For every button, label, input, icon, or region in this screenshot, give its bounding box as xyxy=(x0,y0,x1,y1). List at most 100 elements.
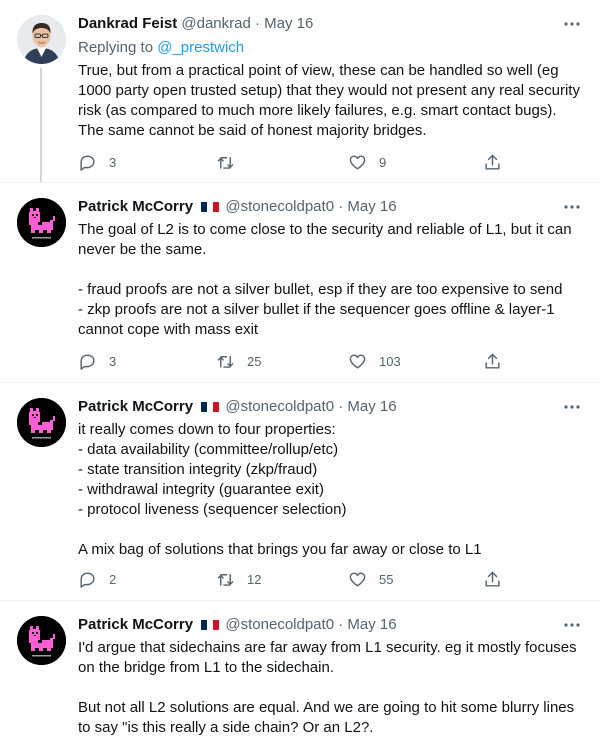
reply-button[interactable]: 3 xyxy=(78,152,116,172)
pixel-cat-avatar-icon xyxy=(17,616,66,665)
more-icon[interactable] xyxy=(562,397,582,417)
like-count: 9 xyxy=(379,154,387,170)
retweet-button[interactable]: 12 xyxy=(216,569,261,589)
pixel-cat-avatar-icon xyxy=(17,198,66,247)
tweet-text-line: True, but from a practical point of view… xyxy=(78,62,559,79)
avatar[interactable] xyxy=(17,15,66,64)
user-handle[interactable]: @stonecoldpat0 xyxy=(225,398,334,415)
tweet-date[interactable]: May 16 xyxy=(347,398,396,415)
tweet-date[interactable]: May 16 xyxy=(347,616,396,633)
separator-dot: · xyxy=(338,198,344,215)
more-icon[interactable] xyxy=(562,197,582,217)
tweet[interactable]: Patrick McCorry @stonecoldpat0 · May 16 … xyxy=(0,601,600,753)
pixel-cat-avatar-icon xyxy=(17,398,66,447)
tweet-text-line: - zkp proofs are not a silver bullet if … xyxy=(78,301,555,318)
tweet-text: I'd argue that sidechains are far away f… xyxy=(78,638,583,738)
tweet-text-line: The goal of L2 is to come close to the s… xyxy=(78,221,572,238)
retweet-button[interactable] xyxy=(216,152,247,172)
share-icon xyxy=(485,154,500,170)
tweet-text-line: it really comes down to four properties: xyxy=(78,421,336,438)
separator-dot: · xyxy=(338,616,344,633)
tweet-text-line xyxy=(78,520,583,540)
like-button[interactable]: 9 xyxy=(348,152,386,172)
tweet-text-line: A mix bag of solutions that brings you f… xyxy=(78,541,482,558)
like-icon xyxy=(349,154,366,170)
tweet-text-line: I'd argue that sidechains are far away f… xyxy=(78,639,577,656)
like-button[interactable]: 55 xyxy=(348,569,393,589)
tweet-text-line: - state transition integrity (zkp/fraud) xyxy=(78,461,318,478)
share-button[interactable] xyxy=(483,569,502,589)
replying-to: Replying to @_prestwich xyxy=(78,38,244,58)
share-button[interactable] xyxy=(483,152,502,172)
france-flag-icon xyxy=(201,618,220,630)
tweet-text-line: - protocol liveness (sequencer selection… xyxy=(78,501,347,518)
avatar-photo-icon xyxy=(17,15,66,64)
reply-button[interactable]: 2 xyxy=(78,569,116,589)
reply-icon xyxy=(80,154,95,171)
user-handle[interactable]: @dankrad xyxy=(181,15,250,32)
action-bar: 2 12 55 xyxy=(78,569,508,589)
display-name[interactable]: Patrick McCorry xyxy=(78,398,193,415)
user-handle[interactable]: @stonecoldpat0 xyxy=(225,198,334,215)
tweet-text-line: But not all L2 solutions are equal. And … xyxy=(78,699,575,716)
display-name[interactable]: Patrick McCorry xyxy=(78,198,193,215)
more-icon[interactable] xyxy=(562,14,582,34)
tweet-date[interactable]: May 16 xyxy=(347,198,396,215)
like-count: 55 xyxy=(379,571,394,587)
tweet[interactable]: Dankrad Feist @dankrad · May 16 Replying… xyxy=(0,0,600,183)
separator-dot: · xyxy=(338,398,344,415)
tweet-text-line: cannot cope with mass exit xyxy=(78,321,259,338)
thread-line xyxy=(40,68,42,183)
like-button[interactable]: 103 xyxy=(348,351,401,371)
tweet[interactable]: Patrick McCorry @stonecoldpat0 · May 16 … xyxy=(0,183,600,383)
tweet-text-line: to say "is this really a side chain? Or … xyxy=(78,719,374,736)
tweet-text: The goal of L2 is to come close to the s… xyxy=(78,220,583,340)
tweet-text-line: risk (as compared to much more likely fa… xyxy=(78,102,557,119)
like-icon xyxy=(349,571,366,587)
france-flag-icon xyxy=(201,400,220,412)
avatar[interactable] xyxy=(17,616,66,665)
tweet-header: Dankrad Feist @dankrad · May 16 xyxy=(78,14,580,34)
retweet-icon xyxy=(217,156,234,169)
action-bar: 3 9 xyxy=(78,152,508,172)
retweet-count: 12 xyxy=(247,571,262,587)
display-name[interactable]: Dankrad Feist xyxy=(78,15,177,32)
share-icon xyxy=(485,353,500,369)
mention-link[interactable]: @_prestwich xyxy=(157,39,244,56)
tweet-date[interactable]: May 16 xyxy=(264,15,313,32)
user-handle[interactable]: @stonecoldpat0 xyxy=(225,616,334,633)
replying-to-label: Replying to xyxy=(78,39,158,56)
display-name[interactable]: Patrick McCorry xyxy=(78,616,193,633)
action-bar: 3 25 103 xyxy=(78,351,508,371)
retweet-button[interactable]: 25 xyxy=(216,351,261,371)
share-icon xyxy=(485,571,500,587)
avatar[interactable] xyxy=(17,398,66,447)
tweet-text-line xyxy=(78,260,583,280)
like-count: 103 xyxy=(379,353,401,369)
reply-count: 2 xyxy=(109,571,117,587)
tweet-header: Patrick McCorry @stonecoldpat0 · May 16 xyxy=(78,397,580,417)
tweet-text-line: never be the same. xyxy=(78,241,207,258)
reply-icon xyxy=(80,571,95,588)
separator-dot: · xyxy=(254,15,260,32)
france-flag-icon xyxy=(201,200,220,212)
tweet-text-line xyxy=(78,678,583,698)
more-icon[interactable] xyxy=(562,615,582,635)
share-button[interactable] xyxy=(483,351,502,371)
reply-count: 3 xyxy=(109,154,117,170)
reply-count: 3 xyxy=(109,353,117,369)
tweet-text-line: - fraud proofs are not a silver bullet, … xyxy=(78,281,563,298)
retweet-icon xyxy=(217,355,234,368)
tweet-text: True, but from a practical point of view… xyxy=(78,61,583,141)
like-icon xyxy=(349,353,366,369)
retweet-count: 25 xyxy=(247,353,262,369)
retweet-icon xyxy=(217,573,234,586)
tweet-text-line: 1000 party open trusted setup) that they… xyxy=(78,82,580,99)
tweet[interactable]: Patrick McCorry @stonecoldpat0 · May 16 … xyxy=(0,383,600,601)
avatar[interactable] xyxy=(17,198,66,247)
tweet-text-line: The same cannot be said of honest majori… xyxy=(78,122,427,139)
tweet-text-line: - data availability (committee/rollup/et… xyxy=(78,441,339,458)
reply-button[interactable]: 3 xyxy=(78,351,116,371)
tweet-text-line: - withdrawal integrity (guarantee exit) xyxy=(78,481,324,498)
tweet-header: Patrick McCorry @stonecoldpat0 · May 16 xyxy=(78,615,580,635)
